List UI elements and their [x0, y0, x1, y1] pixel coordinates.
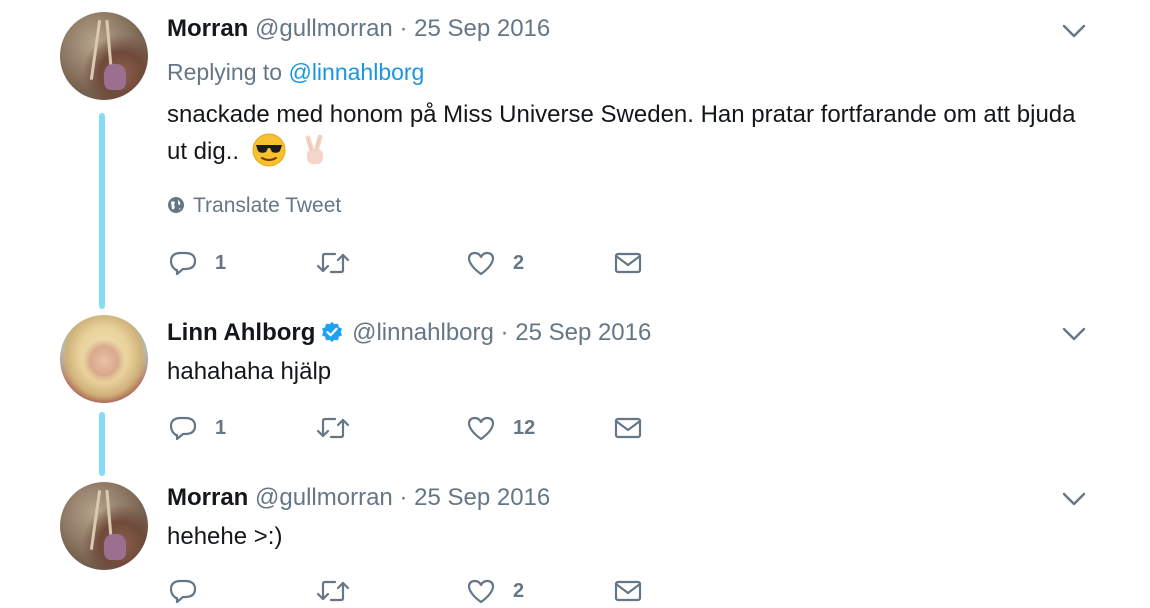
retweet-icon — [316, 417, 350, 439]
reply-count: 1 — [215, 416, 227, 439]
thread-connector-line — [99, 113, 105, 309]
retweet-button[interactable] — [315, 411, 367, 445]
tweet-date[interactable]: 25 Sep 2016 — [414, 484, 550, 511]
display-name[interactable]: Morran — [167, 15, 248, 42]
direct-message-icon — [614, 580, 642, 602]
translate-tweet-label: Translate Tweet — [193, 194, 342, 217]
translate-tweet-link[interactable]: Translate Tweet — [167, 194, 1097, 218]
direct-message-button[interactable] — [612, 411, 644, 445]
tweet-content: Morran @gullmorran · 25 Sep 2016 Replyin… — [167, 14, 1097, 218]
tweet-header: Linn Ahlborg @linnahlborg · 25 Sep 2016 — [167, 318, 1097, 348]
direct-message-button[interactable] — [612, 574, 644, 608]
reply-icon — [169, 416, 197, 441]
like-icon — [467, 416, 495, 441]
like-count: 12 — [513, 416, 536, 439]
tweet-content: Linn Ahlborg @linnahlborg · 25 Sep 2016 … — [167, 318, 1097, 390]
tweet-actions: 1 2 — [167, 246, 667, 280]
reply-button[interactable] — [167, 574, 215, 608]
separator-dot: · — [399, 484, 408, 511]
avatar[interactable] — [60, 12, 148, 100]
tweet-content: Morran @gullmorran · 25 Sep 2016 hehehe … — [167, 483, 1097, 555]
replying-to: Replying to @linnahlborg — [167, 57, 1097, 87]
reply-icon — [169, 251, 197, 276]
tweet-text: snackade med honom på Miss Universe Swed… — [167, 97, 1097, 170]
tweet-header: Morran @gullmorran · 25 Sep 2016 — [167, 483, 1097, 513]
tweet-text: hehehe >:) — [167, 519, 1097, 555]
like-button[interactable]: 12 — [465, 411, 535, 445]
tweet-date[interactable]: 25 Sep 2016 — [414, 15, 550, 42]
direct-message-icon — [614, 417, 642, 439]
user-handle[interactable]: @linnahlborg — [352, 319, 494, 346]
reply-button[interactable]: 1 — [167, 411, 226, 445]
like-button[interactable]: 2 — [465, 574, 524, 608]
verified-icon — [322, 322, 343, 342]
retweet-button[interactable] — [315, 574, 367, 608]
user-handle[interactable]: @gullmorran — [255, 15, 393, 42]
display-name[interactable]: Morran — [167, 484, 248, 511]
thread-connector-line — [99, 412, 105, 476]
user-handle[interactable]: @gullmorran — [255, 484, 393, 511]
victory-hand-emoji-icon — [305, 134, 324, 164]
display-name[interactable]: Linn Ahlborg — [167, 319, 315, 346]
reply-icon — [169, 579, 197, 604]
reply-count: 1 — [215, 251, 227, 274]
direct-message-button[interactable] — [612, 246, 644, 280]
like-icon — [467, 251, 495, 276]
like-button[interactable]: 2 — [465, 246, 524, 280]
direct-message-icon — [614, 252, 642, 274]
tweet-actions: 2 — [167, 574, 667, 608]
conversation-thread: Morran @gullmorran · 25 Sep 2016 Replyin… — [0, 0, 1150, 608]
tweet-text-body: hehehe >:) — [167, 523, 283, 550]
avatar[interactable] — [60, 315, 148, 403]
replying-to-label: Replying to — [167, 59, 283, 85]
chevron-down-icon[interactable] — [1060, 325, 1088, 343]
tweet-header: Morran @gullmorran · 25 Sep 2016 — [167, 14, 1097, 44]
retweet-button[interactable] — [315, 246, 367, 280]
avatar[interactable] — [60, 482, 148, 570]
tweet-text: hahahaha hjälp — [167, 354, 1097, 390]
retweet-icon — [316, 580, 350, 602]
separator-dot: · — [500, 319, 509, 346]
sunglasses-emoji-icon — [252, 133, 286, 167]
tweet-date[interactable]: 25 Sep 2016 — [515, 319, 651, 346]
chevron-down-icon[interactable] — [1060, 22, 1088, 40]
globe-icon — [168, 197, 184, 213]
separator-dot: · — [399, 15, 408, 42]
like-icon — [467, 579, 495, 604]
like-count: 2 — [513, 579, 525, 602]
replying-to-mention[interactable]: @linnahlborg — [288, 59, 424, 85]
tweet-actions: 1 12 — [167, 411, 667, 445]
like-count: 2 — [513, 251, 525, 274]
tweet-text-body: hahahaha hjälp — [167, 358, 332, 385]
chevron-down-icon[interactable] — [1060, 490, 1088, 508]
reply-button[interactable]: 1 — [167, 246, 226, 280]
retweet-icon — [316, 252, 350, 274]
